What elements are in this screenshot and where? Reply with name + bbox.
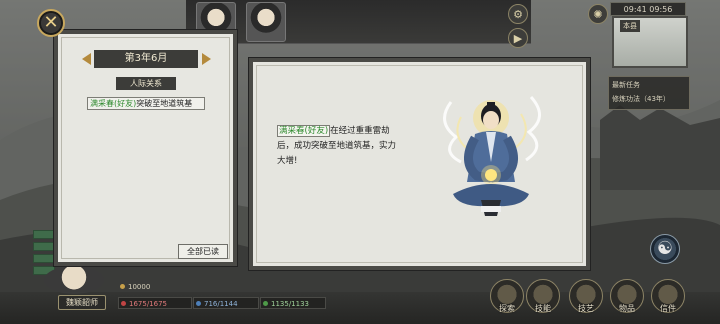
player-avatar[interactable] — [44, 266, 104, 294]
taiji-icon[interactable]: ☯ — [650, 234, 680, 264]
companion-portrait[interactable] — [246, 2, 286, 42]
exp-icon — [263, 301, 268, 306]
detail-name: 满采春(好友) — [277, 125, 331, 137]
side-tab[interactable] — [33, 242, 55, 251]
craft-label: 技艺 — [578, 304, 594, 313]
skill-label: 技能 — [535, 304, 551, 313]
map-location-label: 本县 — [620, 20, 640, 32]
close-icon[interactable]: ✕ — [37, 9, 65, 37]
next-month-arrow-icon[interactable] — [202, 53, 211, 65]
expand-arrow-icon[interactable]: ▶ — [508, 28, 528, 48]
mark-all-read-button[interactable]: 全部已读 — [178, 244, 228, 259]
hp-stat: 1675/1675 — [118, 297, 192, 309]
side-tab[interactable] — [33, 230, 55, 239]
panel-inner-border — [61, 37, 230, 259]
hp-icon — [121, 301, 126, 306]
event-log-panel: 第3年6月 人际关系 满采春(好友)突破至地道筑基 全部已读 — [54, 30, 237, 266]
entry-name: 满采春(好友) — [90, 99, 137, 108]
mp-stat: 716/1144 — [193, 297, 259, 309]
quest-item: 修炼功法（43年） — [612, 95, 670, 103]
item-label: 物品 — [619, 304, 635, 313]
event-entry[interactable]: 满采春(好友)突破至地道筑基 — [87, 97, 205, 110]
exp-stat: 1135/1133 — [260, 297, 326, 309]
top-portrait-strip: ⚙ ▶ — [186, 0, 531, 48]
quest-tracker[interactable]: 最新任务 修炼功法（43年） — [608, 76, 690, 110]
mp-icon — [196, 301, 201, 306]
meditating-cultivator-illustration — [443, 95, 541, 216]
explore-label: 探索 — [499, 304, 515, 313]
player-name[interactable]: 魏颖韶师 — [58, 295, 106, 310]
letter-label: 信件 — [660, 304, 676, 313]
settings-icon[interactable]: ⚙ — [508, 4, 528, 24]
money-stat: 10000 — [118, 281, 166, 293]
hud-time: 09:41 09:56 — [610, 2, 686, 16]
event-description: 满采春(好友) 在经过重重雷劫后，成功突破至地道筑基，实力大增! — [277, 124, 399, 169]
date-label: 第3年6月 — [94, 50, 198, 68]
minimap[interactable]: 本县 — [612, 16, 688, 68]
coin-icon — [120, 284, 125, 289]
quest-title: 最新任务 — [612, 81, 640, 89]
event-detail-panel: 满采春(好友) 在经过重重雷劫后，成功突破至地道筑基，实力大增! — [249, 58, 590, 270]
entry-text: 突破至地道筑基 — [136, 99, 193, 108]
prev-month-arrow-icon[interactable] — [82, 53, 91, 65]
section-title: 人际关系 — [116, 77, 176, 90]
sun-icon[interactable]: ✺ — [588, 4, 608, 24]
side-tab[interactable] — [33, 254, 55, 263]
